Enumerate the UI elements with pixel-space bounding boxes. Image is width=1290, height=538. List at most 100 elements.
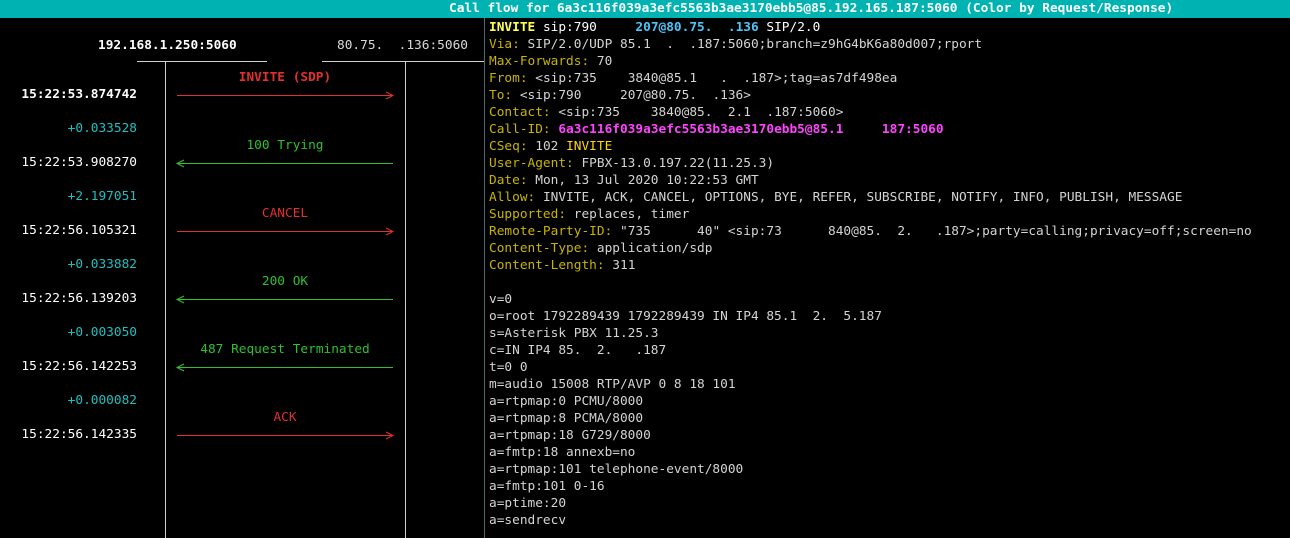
- flow-message-label[interactable]: 100 Trying: [176, 137, 394, 154]
- flow-arrow-row: [0, 222, 484, 239]
- sip-header-line: From: <sip:735 3840@85.1 . .187>;tag=as7…: [489, 70, 1289, 87]
- flow-delta-row: +0.033882: [0, 256, 484, 273]
- sdp-line: c=IN IP4 85. 2. .187: [489, 343, 667, 358]
- sip-header-line: Content-Type: application/sdp: [489, 240, 1289, 257]
- arrow-left-icon[interactable]: [175, 363, 393, 372]
- flow-delta-row: +0.003050: [0, 324, 484, 341]
- sdp-line: a=fmtp:18 annexb=no: [489, 445, 636, 460]
- flow-message-row: ACK: [0, 409, 484, 426]
- flow-message-label[interactable]: CANCEL: [176, 205, 394, 222]
- flow-time-delta: +2.197051: [67, 189, 137, 204]
- host-left-label: 192.168.1.250:5060: [98, 38, 237, 53]
- sip-header-name: CSeq:: [489, 139, 528, 154]
- flow-delta-row: +0.000082: [0, 392, 484, 409]
- sip-header-value: 70: [589, 54, 613, 69]
- sip-header-name: Supported:: [489, 207, 567, 222]
- arrow-right-icon[interactable]: [177, 91, 395, 100]
- sip-header-line: Via: SIP/2.0/UDP 85.1 . .187:5060;branch…: [489, 36, 1289, 53]
- sip-header-value: FPBX-13.0.197.22(11.25.3): [573, 156, 775, 171]
- sip-start-line: INVITE sip:790 207@80.75. .136 SIP/2.0: [489, 19, 1289, 36]
- sip-header-line: Call-ID: 6a3c116f039a3efc5563b3ae3170ebb…: [489, 121, 1289, 138]
- flow-arrow-row: [0, 426, 484, 443]
- sip-header-value: application/sdp: [589, 241, 713, 256]
- arrow-left-icon[interactable]: [175, 295, 393, 304]
- flow-delta-row: +2.197051: [0, 188, 484, 205]
- sip-header-name: From:: [489, 71, 528, 86]
- call-flow-diagram[interactable]: 192.168.1.250:5060 80.75. .136:5060 INVI…: [0, 18, 484, 538]
- sdp-line: a=rtpmap:0 PCMU/8000: [489, 394, 644, 409]
- sip-header-name: User-Agent:: [489, 156, 574, 171]
- sdp-line: t=0 0: [489, 360, 528, 375]
- arrow-left-icon[interactable]: [175, 159, 393, 168]
- sip-header-line: Remote-Party-ID: "735 40" <sip:73 840@85…: [489, 223, 1289, 240]
- sip-header-value: INVITE, ACK, CANCEL, OPTIONS, BYE, REFER…: [535, 190, 1183, 205]
- host-right-label: 80.75. .136:5060: [337, 38, 468, 53]
- sip-header-line: Contact: <sip:735 3840@85. 2.1 .187:5060…: [489, 104, 1289, 121]
- sip-header-name: Content-Length:: [489, 258, 605, 273]
- sip-header-name: Remote-Party-ID:: [489, 224, 613, 239]
- sip-message-detail[interactable]: INVITE sip:790 207@80.75. .136 SIP/2.0 V…: [489, 19, 1289, 538]
- sip-header-value: 102: [527, 139, 567, 154]
- flow-time-delta: +0.033528: [67, 121, 137, 136]
- sdp-line: [489, 274, 1289, 291]
- flow-message-label[interactable]: 200 OK: [176, 273, 394, 290]
- sip-header-value: SIP/2.0/UDP 85.1 . .187:5060;branch=z9hG…: [519, 37, 983, 52]
- arrow-right-icon[interactable]: [177, 227, 395, 236]
- flow-arrow-row: [0, 290, 484, 307]
- sip-header-value: <sip:735 3840@85.1 . .187>;tag=as7df498e…: [527, 71, 898, 86]
- flow-arrow-row: [0, 358, 484, 375]
- sip-header-line: Max-Forwards: 70: [489, 53, 1289, 70]
- sdp-line: a=rtpmap:101 telephone-event/8000: [489, 462, 744, 477]
- sip-header-line: To: <sip:790 207@80.75. .136>: [489, 87, 1289, 104]
- call-flow-title: Call flow for 6a3c116f039a3efc5563b3ae31…: [449, 1, 1174, 16]
- sip-header-name: Content-Type:: [489, 241, 590, 256]
- host-left-underline: [137, 61, 267, 62]
- sdp-line: a=ptime:20: [489, 496, 567, 511]
- sip-header-line: User-Agent: FPBX-13.0.197.22(11.25.3): [489, 155, 1289, 172]
- flow-message-label[interactable]: INVITE (SDP): [176, 69, 394, 86]
- sip-header-value: replaces, timer: [566, 207, 690, 222]
- flow-message-label[interactable]: 487 Request Terminated: [176, 341, 394, 358]
- pane-divider: [484, 18, 485, 538]
- sip-header-value: Mon, 13 Jul 2020 10:22:53 GMT: [527, 173, 759, 188]
- sdp-line: s=Asterisk PBX 11.25.3: [489, 326, 659, 341]
- flow-arrow-row: [0, 154, 484, 171]
- arrow-right-icon[interactable]: [177, 431, 395, 440]
- flow-time-delta: +0.033882: [67, 257, 137, 272]
- sip-method: INVITE: [489, 20, 536, 35]
- sip-header-line: Supported: replaces, timer: [489, 206, 1289, 223]
- flow-arrow-row: [0, 86, 484, 103]
- sdp-line: a=rtpmap:18 G729/8000: [489, 428, 651, 443]
- sip-header-line: Allow: INVITE, ACK, CANCEL, OPTIONS, BYE…: [489, 189, 1289, 206]
- sip-header-line: CSeq: 102 INVITE: [489, 138, 1289, 155]
- sip-header-name: Via:: [489, 37, 520, 52]
- sdp-line: o=root 1792289439 1792289439 IN IP4 85.1…: [489, 309, 882, 324]
- sip-header-name: Allow:: [489, 190, 536, 205]
- sdp-line: a=rtpmap:8 PCMA/8000: [489, 411, 644, 426]
- sip-header-name: Date:: [489, 173, 528, 188]
- flow-time-delta: +0.003050: [67, 325, 137, 340]
- sip-header-value: 6a3c116f039a3efc5563b3ae3170ebb5@85.1 18…: [550, 122, 944, 137]
- sip-header-name: Max-Forwards:: [489, 54, 590, 69]
- cseq-method: INVITE: [566, 139, 613, 154]
- flow-message-row: CANCEL: [0, 205, 484, 222]
- flow-message-row: 487 Request Terminated: [0, 341, 484, 358]
- sip-request-uri-host: 207@80.75. .136: [635, 20, 759, 35]
- sip-request-uri-user: sip:790: [535, 20, 636, 35]
- sdp-body: v=0 o=root 1792289439 1792289439 IN IP4 8…: [489, 274, 1289, 529]
- flow-message-label[interactable]: ACK: [176, 409, 394, 426]
- sdp-line: v=0: [489, 292, 513, 307]
- sip-header-line: Date: Mon, 13 Jul 2020 10:22:53 GMT: [489, 172, 1289, 189]
- flow-message-row: 100 Trying: [0, 137, 484, 154]
- sip-header-name: Call-ID:: [489, 122, 551, 137]
- sip-header-value: <sip:735 3840@85. 2.1 .187:5060>: [550, 105, 844, 120]
- sip-header-value: 311: [604, 258, 636, 273]
- flow-message-row: INVITE (SDP): [0, 69, 484, 86]
- sip-header-name: To:: [489, 88, 513, 103]
- sip-header-value: <sip:790 207@80.75. .136>: [512, 88, 751, 103]
- flow-delta-row: +0.033528: [0, 120, 484, 137]
- sdp-line: a=sendrecv: [489, 513, 567, 528]
- sip-header-line: Content-Length: 311: [489, 257, 1289, 274]
- sip-version: SIP/2.0: [758, 20, 821, 35]
- flow-time-delta: +0.000082: [67, 393, 137, 408]
